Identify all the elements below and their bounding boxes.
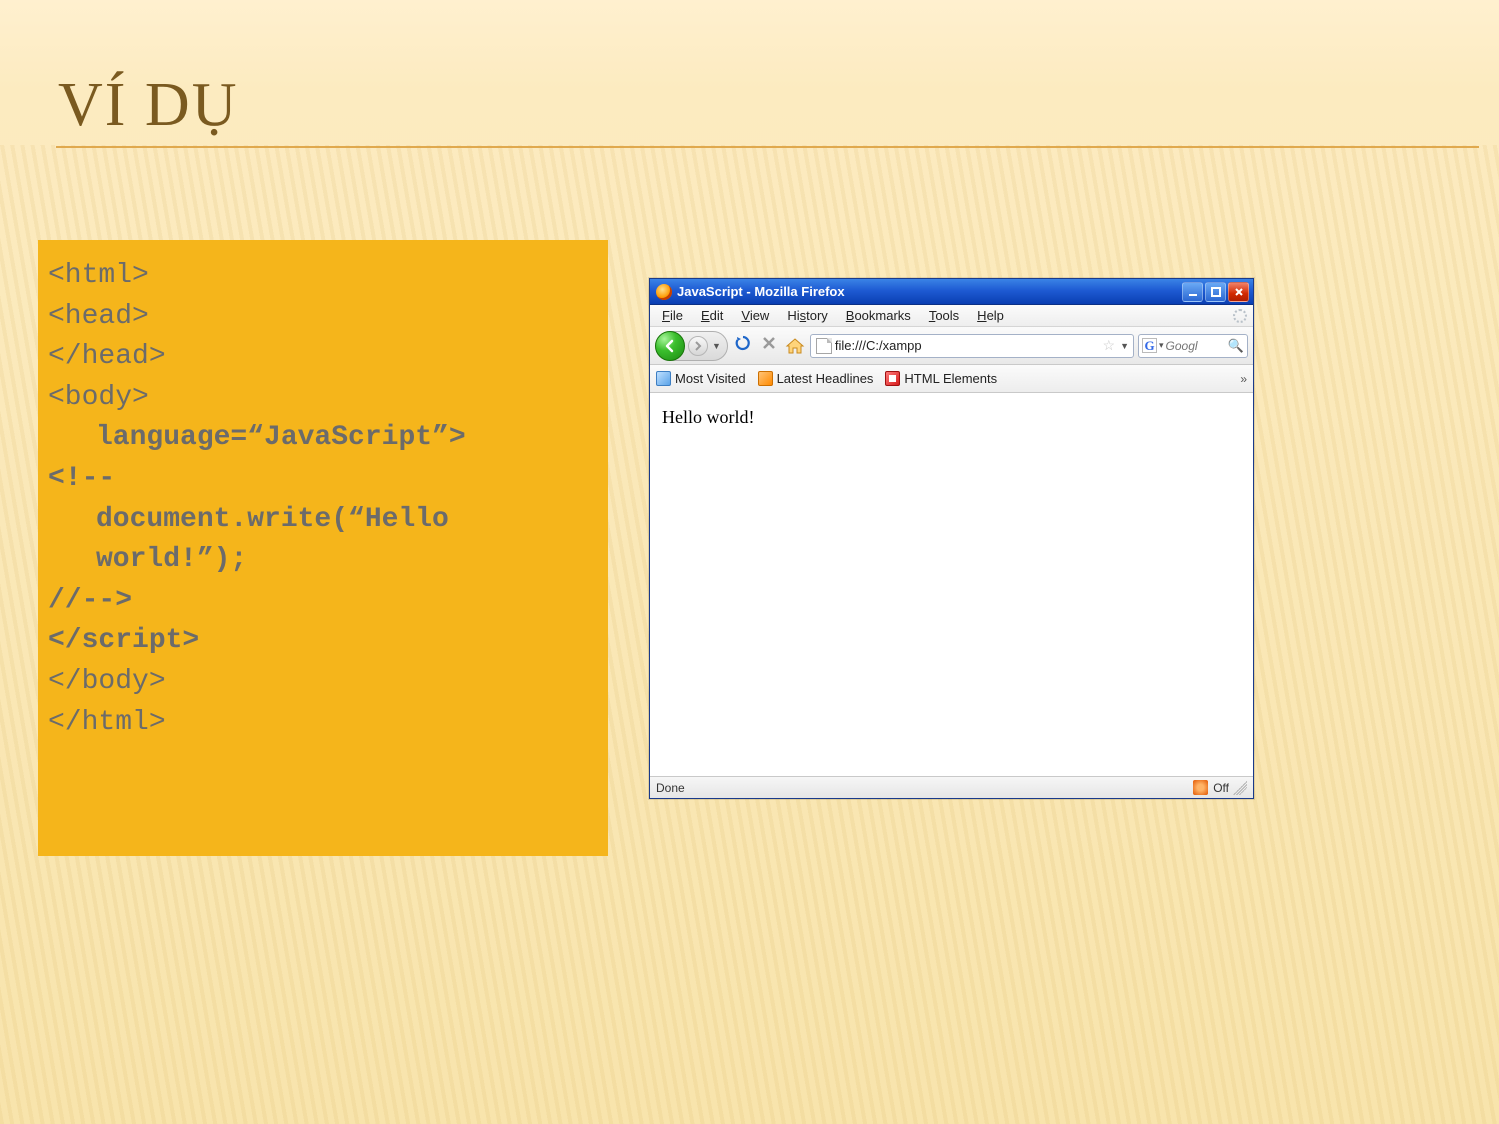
stop-button[interactable] [758, 335, 780, 356]
resize-grip-icon[interactable] [1233, 781, 1247, 795]
title-underline [56, 146, 1479, 148]
page-icon [816, 338, 832, 354]
menu-help[interactable]: Help [969, 307, 1012, 324]
home-button[interactable] [784, 337, 806, 355]
menu-history[interactable]: History [779, 307, 835, 324]
grid-icon [885, 371, 900, 386]
bookmark-html-elements[interactable]: HTML Elements [885, 371, 997, 386]
url-dropdown-icon[interactable]: ▼ [1118, 341, 1131, 351]
code-line: <head> [48, 297, 598, 338]
page-content: Hello world! [650, 393, 1253, 776]
nav-history-dropdown[interactable]: ▼ [712, 341, 721, 351]
code-line: </script> [48, 621, 598, 662]
menubar: File Edit View History Bookmarks Tools H… [650, 305, 1253, 327]
overflow-chevrons-icon[interactable]: » [1240, 372, 1247, 386]
bookmark-label: Latest Headlines [777, 371, 874, 386]
search-icon[interactable]: 🔍 [1228, 338, 1244, 354]
bookmark-label: HTML Elements [904, 371, 997, 386]
reload-button[interactable] [732, 334, 754, 357]
bookmark-latest-headlines[interactable]: Latest Headlines [758, 371, 874, 386]
bookmark-label: Most Visited [675, 371, 746, 386]
status-off-label: Off [1213, 781, 1229, 795]
menu-file[interactable]: File [654, 307, 691, 324]
slide-title: VÍ DỤ [58, 70, 238, 141]
navigation-toolbar: ▼ ☆ ▼ G ▾ 🔍 [650, 327, 1253, 365]
maximize-button[interactable] [1205, 282, 1226, 302]
url-input[interactable] [835, 338, 1100, 353]
nav-back-forward-group: ▼ [655, 331, 728, 361]
forward-button[interactable] [688, 336, 708, 356]
code-line: //--> [48, 581, 598, 622]
statusbar: Done Off [650, 776, 1253, 798]
url-bar[interactable]: ☆ ▼ [810, 334, 1134, 358]
menu-view[interactable]: View [733, 307, 777, 324]
firefox-window: JavaScript - Mozilla Firefox File Edit V… [649, 278, 1254, 799]
code-line: </html> [48, 703, 598, 744]
code-line: <html> [48, 256, 598, 297]
code-line: <body> [48, 378, 598, 419]
menu-tools[interactable]: Tools [921, 307, 967, 324]
search-engine-dropdown[interactable]: ▾ [1157, 340, 1166, 351]
back-button[interactable] [655, 331, 685, 361]
code-line: document.write(“Hello world!”); [48, 500, 598, 581]
page-output-text: Hello world! [662, 407, 754, 427]
status-text: Done [656, 781, 1193, 795]
google-icon: G [1142, 338, 1157, 353]
search-bar[interactable]: G ▾ 🔍 [1138, 334, 1248, 358]
activity-indicator-icon [1231, 307, 1249, 325]
code-line: </head> [48, 337, 598, 378]
menu-edit[interactable]: Edit [693, 307, 731, 324]
titlebar: JavaScript - Mozilla Firefox [650, 279, 1253, 305]
bookmark-folder-icon [656, 371, 671, 386]
menu-bookmarks[interactable]: Bookmarks [838, 307, 919, 324]
search-input[interactable] [1166, 339, 1228, 353]
rss-icon [758, 371, 773, 386]
code-line: language=“JavaScript”> [48, 418, 598, 459]
close-button[interactable] [1228, 282, 1249, 302]
code-line: </body> [48, 662, 598, 703]
code-block: <html><head></head><body>language=“JavaS… [38, 240, 608, 856]
bookmark-star-icon[interactable]: ☆ [1100, 337, 1119, 354]
code-line: <!-- [48, 459, 598, 500]
status-addon-icon[interactable] [1193, 780, 1208, 795]
bookmarks-toolbar: Most Visited Latest Headlines HTML Eleme… [650, 365, 1253, 393]
window-title: JavaScript - Mozilla Firefox [677, 284, 1182, 299]
firefox-icon [656, 284, 672, 300]
minimize-button[interactable] [1182, 282, 1203, 302]
bookmark-most-visited[interactable]: Most Visited [656, 371, 746, 386]
window-buttons [1182, 282, 1249, 302]
